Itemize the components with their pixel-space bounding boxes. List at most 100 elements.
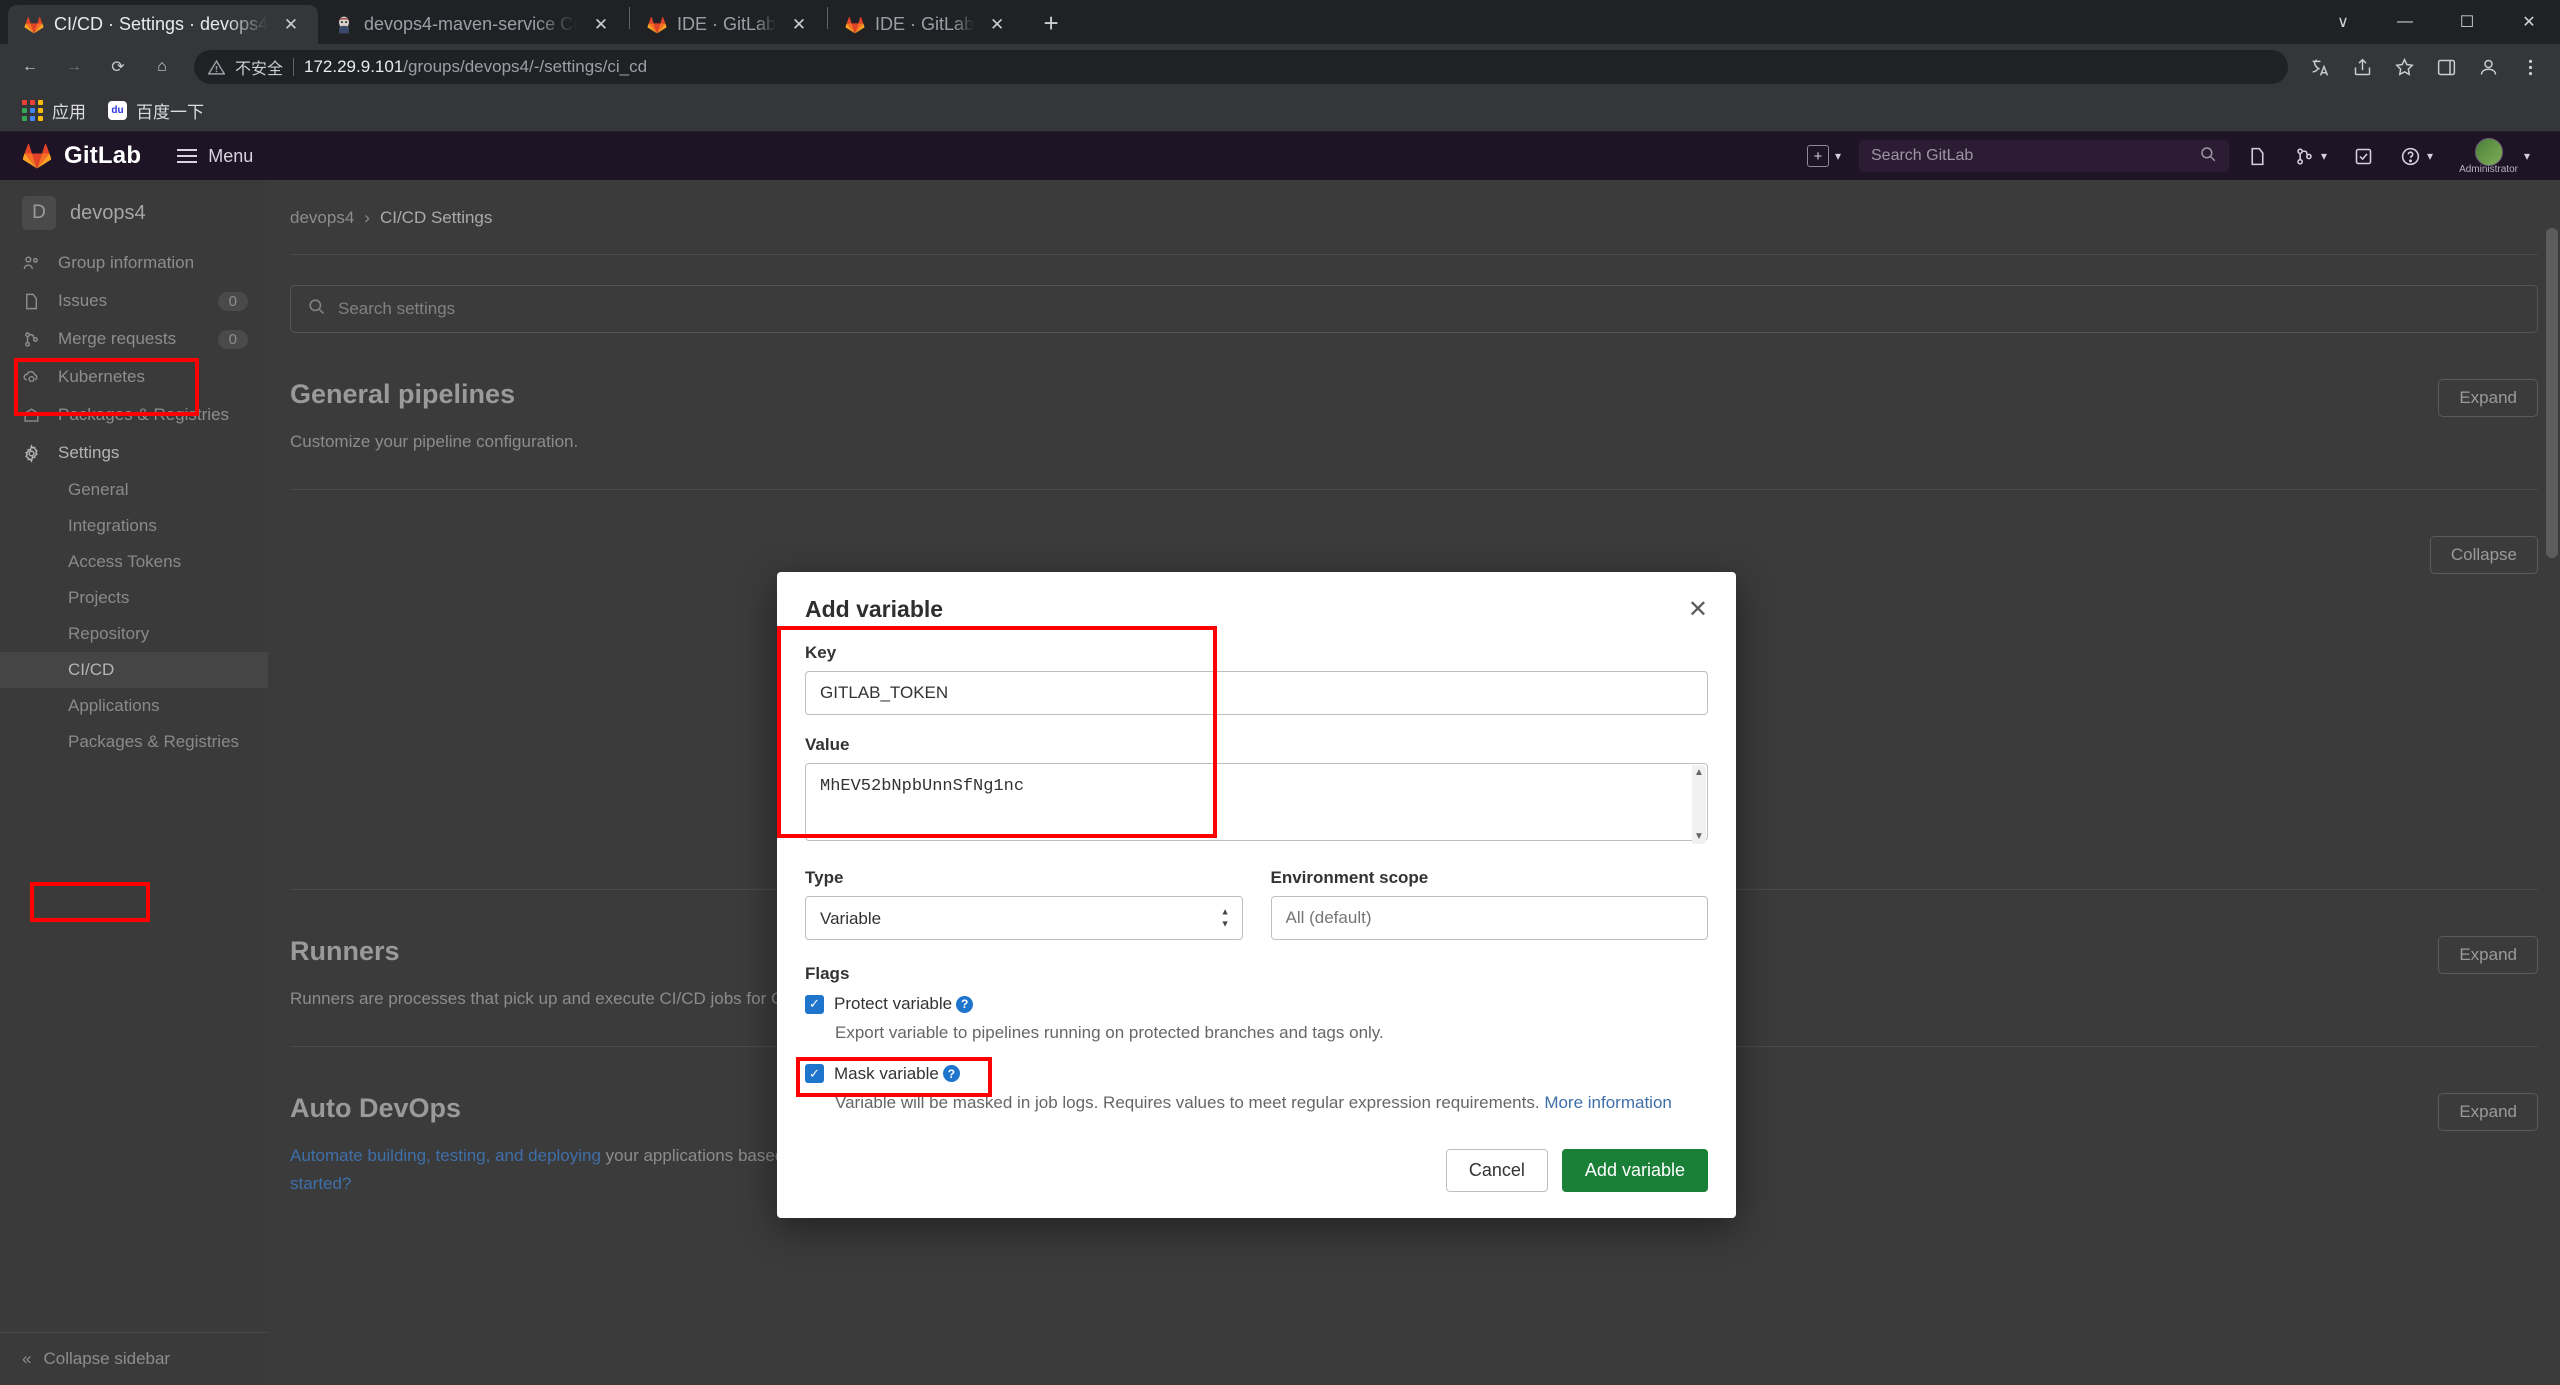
toolbar-right-icons — [2300, 47, 2550, 87]
question-icon[interactable]: ? — [956, 995, 974, 1013]
search-placeholder: Search GitLab — [1871, 147, 1974, 164]
close-icon[interactable]: ✕ — [1688, 597, 1708, 622]
chevron-down-icon: ▾ — [1834, 149, 1841, 163]
avatar — [2474, 137, 2503, 166]
tab-title: IDE · GitLab — [875, 14, 975, 34]
forward-icon[interactable]: → — [54, 47, 94, 87]
todos-icon[interactable] — [2345, 140, 2382, 173]
value-textarea[interactable] — [805, 763, 1708, 841]
add-variable-modal: Add variable ✕ Key Value ▲ ▼ Type Var — [777, 572, 1736, 1218]
apps-grid-icon — [22, 100, 43, 121]
new-tab-button[interactable]: + — [1032, 4, 1070, 42]
gitlab-icon — [22, 143, 52, 169]
issues-icon[interactable] — [2239, 140, 2276, 173]
close-icon[interactable]: ✕ — [278, 12, 304, 38]
bookmark-label: 百度一下 — [136, 103, 204, 122]
url-path: /groups/devops4/-/settings/ci_cd — [403, 57, 648, 76]
bookmark-apps[interactable]: 应用 — [14, 93, 94, 128]
tab-divider — [827, 7, 829, 29]
close-icon[interactable]: ✕ — [984, 12, 1010, 38]
chevron-down-icon[interactable]: ∨ — [2312, 0, 2374, 44]
gitlab-logo[interactable]: GitLab — [22, 141, 141, 171]
topbar-actions: + ▾ Search GitLab ▾ ▾ Administrator ▾ — [1799, 132, 2538, 181]
mask-variable-label: Mask variable? — [834, 1064, 960, 1084]
question-icon[interactable]: ? — [942, 1065, 960, 1082]
main-menu-button[interactable]: Menu — [177, 146, 253, 167]
gitlab-app: GitLab Menu + ▾ Search GitLab ▾ ▾ Admini… — [0, 132, 2560, 1385]
environment-scope-input[interactable] — [1270, 896, 1708, 940]
bookmark-baidu[interactable]: du 百度一下 — [100, 93, 212, 128]
maximize-button[interactable]: ☐ — [2436, 0, 2498, 44]
translate-icon[interactable] — [2300, 47, 2340, 87]
profile-icon[interactable] — [2468, 47, 2508, 87]
plus-icon: + — [1806, 145, 1829, 167]
close-window-button[interactable]: ✕ — [2498, 0, 2560, 44]
flag-mask-variable: ✓ Mask variable? Variable will be masked… — [796, 1056, 1708, 1116]
browser-menu-icon[interactable] — [2510, 47, 2550, 87]
baidu-icon: du — [108, 101, 127, 120]
minimize-button[interactable]: — — [2374, 0, 2436, 44]
mask-variable-checkbox[interactable]: ✓ — [805, 1064, 824, 1083]
address-bar[interactable]: 不安全 172.29.9.101/groups/devops4/-/settin… — [194, 50, 2288, 84]
protect-variable-label: Protect variable? — [834, 994, 974, 1014]
chevron-down-icon: ▾ — [2523, 149, 2530, 163]
help-icon[interactable]: ▾ — [2392, 140, 2441, 173]
side-panel-icon[interactable] — [2426, 47, 2466, 87]
type-select[interactable]: Variable — [805, 896, 1243, 940]
scroll-up-icon[interactable]: ▲ — [1694, 767, 1704, 778]
flag-protect-variable: ✓ Protect variable? Export variable to p… — [805, 994, 1708, 1046]
mask-variable-help: Variable will be masked in job logs. Req… — [835, 1092, 1672, 1112]
add-variable-button[interactable]: Add variable — [1561, 1149, 1708, 1192]
type-label: Type — [805, 868, 844, 887]
scroll-down-icon[interactable]: ▼ — [1694, 831, 1704, 842]
gitlab-topbar: GitLab Menu + ▾ Search GitLab ▾ ▾ Admini… — [0, 132, 2560, 180]
merge-requests-icon[interactable]: ▾ — [2286, 140, 2335, 173]
share-icon[interactable] — [2342, 47, 2382, 87]
bookmarks-bar: 应用 du 百度一下 — [0, 90, 2560, 132]
gitlab-icon — [845, 15, 865, 35]
gitlab-wordmark: GitLab — [64, 142, 142, 169]
value-textarea-wrap: ▲ ▼ — [805, 763, 1708, 846]
protect-variable-checkbox[interactable]: ✓ — [805, 994, 824, 1014]
browser-tab[interactable]: devops4-maven-service Config ✕ — [318, 5, 628, 44]
close-icon[interactable]: ✕ — [588, 12, 614, 38]
star-icon[interactable] — [2384, 47, 2424, 87]
close-icon[interactable]: ✕ — [786, 12, 812, 38]
browser-tab[interactable]: CI/CD · Settings · devops4 · Git ✕ — [8, 5, 318, 44]
tab-title: IDE · GitLab — [677, 14, 777, 34]
modal-title: Add variable — [805, 596, 944, 622]
tab-title: devops4-maven-service Config — [364, 14, 578, 34]
back-icon[interactable]: ← — [10, 47, 50, 87]
browser-tab[interactable]: IDE · GitLab ✕ — [829, 5, 1024, 44]
modal-footer: Cancel Add variable — [777, 1127, 1736, 1218]
gitlab-icon — [24, 15, 44, 35]
menu-label: Menu — [208, 145, 254, 166]
reload-icon[interactable]: ⟳ — [98, 47, 138, 87]
browser-toolbar: ← → ⟳ ⌂ 不安全 172.29.9.101/groups/devops4/… — [0, 44, 2560, 90]
home-icon[interactable]: ⌂ — [142, 47, 182, 87]
browser-tab[interactable]: IDE · GitLab ✕ — [631, 5, 826, 44]
key-input[interactable] — [805, 671, 1708, 715]
cancel-button[interactable]: Cancel — [1445, 1149, 1548, 1192]
value-textarea-scrollbar[interactable]: ▲ ▼ — [1692, 765, 1706, 844]
window-controls: ∨ — ☐ ✕ — [2312, 0, 2560, 44]
environment-scope-label: Environment scope — [1270, 868, 1429, 887]
environment-scope-field: Environment scope — [1270, 868, 1708, 940]
modal-body: Key Value ▲ ▼ Type Variable ▲▼ — [777, 637, 1736, 1127]
mask-variable-more-info-link[interactable]: More information — [1544, 1093, 1672, 1112]
modal-header: Add variable ✕ — [777, 572, 1736, 637]
type-and-scope-row: Type Variable ▲ ▼ Environment scope — [805, 868, 1708, 940]
value-label: Value — [805, 735, 850, 754]
url-host: 172.29.9.101 — [304, 57, 404, 76]
create-new-button[interactable]: + ▾ — [1799, 139, 1849, 173]
gitlab-icon — [647, 15, 667, 35]
chevron-updown-icon: ▲ ▼ — [1220, 906, 1230, 929]
hamburger-icon — [177, 149, 198, 163]
flags-label: Flags — [805, 964, 850, 983]
user-menu[interactable]: Administrator ▾ — [2451, 132, 2538, 181]
search-input[interactable]: Search GitLab — [1859, 140, 2229, 172]
bookmark-label: 应用 — [52, 103, 86, 122]
url-text: 172.29.9.101/groups/devops4/-/settings/c… — [304, 57, 647, 77]
tab-title: CI/CD · Settings · devops4 · Git — [54, 14, 268, 34]
protect-variable-help: Export variable to pipelines running on … — [835, 1023, 1384, 1042]
